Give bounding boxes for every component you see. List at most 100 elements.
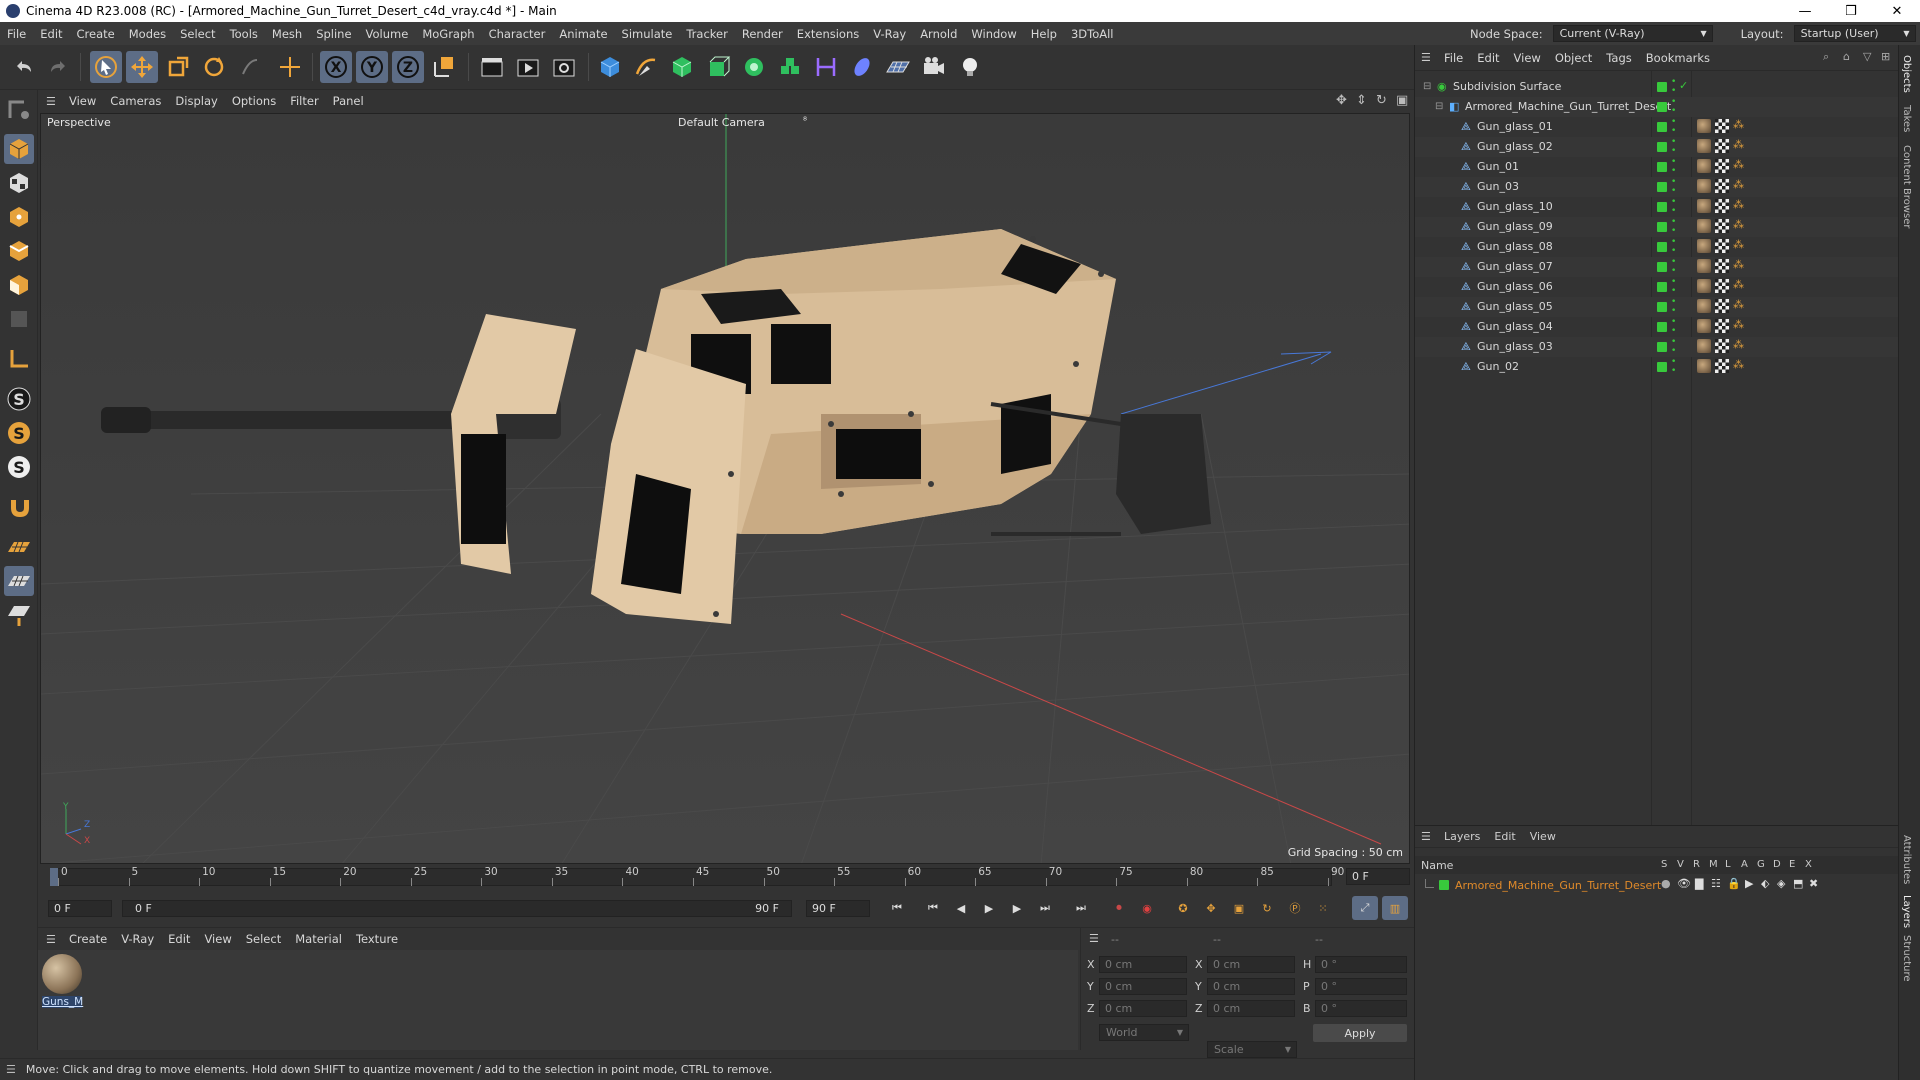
layer-menu-edit[interactable]: Edit <box>1487 830 1522 843</box>
layer-color-icon[interactable] <box>1657 142 1667 152</box>
material-tag-icon[interactable] <box>1697 199 1711 213</box>
key-scale-button[interactable]: ▣ <box>1226 896 1252 920</box>
scale-tool[interactable] <box>162 51 194 83</box>
material-menu-select[interactable]: Select <box>239 932 288 946</box>
phong-tag-icon[interactable]: ⁂ <box>1733 278 1744 291</box>
object-name[interactable]: Gun_glass_03 <box>1477 340 1553 353</box>
autokey-button[interactable]: ◉ <box>1134 896 1160 920</box>
uvw-tag-icon[interactable] <box>1715 299 1729 313</box>
side-tab-takes[interactable]: Takes <box>1901 105 1912 132</box>
layer-color-icon[interactable] <box>1657 162 1667 172</box>
current-frame-field[interactable]: 0 F <box>1346 868 1410 885</box>
object-name[interactable]: Gun_glass_04 <box>1477 320 1553 333</box>
object-row[interactable]: ⟁ Gun_glass_10 • • ⁂ <box>1415 197 1899 217</box>
layer-manager-icon[interactable]: ☷ <box>1711 877 1721 890</box>
material-tag-icon[interactable] <box>1697 139 1711 153</box>
workplane-button[interactable] <box>4 344 34 374</box>
layer-color-icon[interactable] <box>1657 222 1667 232</box>
layer-color-icon[interactable] <box>1657 262 1667 272</box>
material-swatch[interactable]: Guns_M <box>42 954 83 1012</box>
visibility-dots-icon[interactable]: • • <box>1671 178 1676 196</box>
camera-tag-button[interactable] <box>846 51 878 83</box>
object-menu-view[interactable]: View <box>1507 51 1548 65</box>
object-menu-object[interactable]: Object <box>1548 51 1599 65</box>
object-name[interactable]: Gun_glass_09 <box>1477 220 1553 233</box>
size-z-field[interactable]: 0 cm <box>1207 1000 1295 1017</box>
menu-tools[interactable]: Tools <box>223 27 265 41</box>
layer-flag-header[interactable]: M <box>1709 859 1718 870</box>
move-tool[interactable] <box>126 51 158 83</box>
object-name[interactable]: Gun_glass_10 <box>1477 200 1553 213</box>
object-name[interactable]: Gun_glass_07 <box>1477 260 1553 273</box>
object-row[interactable]: ⟁ Gun_glass_05 • • ⁂ <box>1415 297 1899 317</box>
position-y-field[interactable]: 0 cm <box>1099 978 1187 995</box>
layer-solo-icon[interactable]: ● <box>1661 877 1671 890</box>
object-name[interactable]: Gun_03 <box>1477 180 1519 193</box>
cube-object-button[interactable] <box>594 51 626 83</box>
viewport-zoom-icon[interactable]: ⇕ <box>1356 93 1367 108</box>
z-axis-toggle[interactable]: Z <box>392 51 424 83</box>
material-menu-edit[interactable]: Edit <box>161 932 197 946</box>
object-row[interactable]: ⟁ Gun_glass_01 • • ⁂ <box>1415 117 1899 137</box>
side-tab-attributes[interactable]: Attributes <box>1901 835 1912 884</box>
layer-flag-header[interactable]: V <box>1677 859 1684 870</box>
edge-mode-button[interactable] <box>4 236 34 266</box>
material-menu-vray[interactable]: V-Ray <box>114 932 161 946</box>
uvw-tag-icon[interactable] <box>1715 159 1729 173</box>
mograph-cloner-button[interactable] <box>738 51 770 83</box>
floor-object-button[interactable] <box>882 51 914 83</box>
uvw-tag-icon[interactable] <box>1715 259 1729 273</box>
phong-tag-icon[interactable]: ⁂ <box>1733 358 1744 371</box>
uvw-tag-icon[interactable] <box>1715 219 1729 233</box>
close-button[interactable]: ✕ <box>1874 0 1920 22</box>
range-slider[interactable]: 0 F 90 F <box>122 900 792 917</box>
visibility-dots-icon[interactable]: • • <box>1671 298 1676 316</box>
next-key-button[interactable]: ⏭ <box>1032 896 1058 920</box>
rotation-b-field[interactable]: 0 ° <box>1315 1000 1407 1017</box>
viewport-camera-label[interactable]: Default Camera <box>678 116 765 129</box>
timeline-layout-button[interactable]: ▥ <box>1382 896 1408 920</box>
extrude-button[interactable] <box>702 51 734 83</box>
play-button[interactable]: ▶ <box>976 896 1002 920</box>
spline-pen-button[interactable] <box>630 51 662 83</box>
visibility-dots-icon[interactable]: • • <box>1671 78 1676 96</box>
undo-button[interactable] <box>8 51 40 83</box>
side-tab-layers[interactable]: Layers <box>1901 895 1912 928</box>
rotation-p-field[interactable]: 0 ° <box>1315 978 1407 995</box>
phong-tag-icon[interactable]: ⁂ <box>1733 118 1744 131</box>
prev-frame-button[interactable]: ◀ <box>948 896 974 920</box>
subdivision-surface-button[interactable] <box>666 51 698 83</box>
menu-mesh[interactable]: Mesh <box>265 27 309 41</box>
menu-3dtoall[interactable]: 3DToAll <box>1064 27 1121 41</box>
new-window-icon[interactable]: ⊞ <box>1881 50 1890 63</box>
layer-color-icon[interactable] <box>1657 362 1667 372</box>
uvw-tag-icon[interactable] <box>1715 179 1729 193</box>
layer-color-icon[interactable] <box>1657 342 1667 352</box>
menu-modes[interactable]: Modes <box>122 27 173 41</box>
object-name[interactable]: Subdivision Surface <box>1453 80 1561 93</box>
object-name[interactable]: Gun_glass_02 <box>1477 140 1553 153</box>
expand-toggle-icon[interactable]: ⊟ <box>1423 81 1431 92</box>
coordinate-system-toggle[interactable] <box>428 51 460 83</box>
layer-flag-header[interactable]: X <box>1805 859 1812 870</box>
position-x-field[interactable]: 0 cm <box>1099 956 1187 973</box>
redo-button[interactable] <box>42 51 74 83</box>
material-tag-icon[interactable] <box>1697 319 1711 333</box>
search-icon[interactable]: ⌕ <box>1823 50 1829 64</box>
layer-color-icon[interactable] <box>1657 202 1667 212</box>
minimize-button[interactable]: — <box>1782 0 1828 22</box>
snap-button[interactable]: S <box>4 384 34 414</box>
layer-flag-header[interactable]: G <box>1757 859 1765 870</box>
menu-mograph[interactable]: MoGraph <box>415 27 481 41</box>
point-mode-button[interactable] <box>4 202 34 232</box>
object-name[interactable]: Gun_01 <box>1477 160 1519 173</box>
material-tag-icon[interactable] <box>1697 279 1711 293</box>
uvw-tag-icon[interactable] <box>1715 339 1729 353</box>
visibility-dots-icon[interactable]: • • <box>1671 118 1676 136</box>
texture-mode-button[interactable] <box>4 168 34 198</box>
material-tag-icon[interactable] <box>1697 179 1711 193</box>
layer-flag-header[interactable]: S <box>1661 859 1667 870</box>
uvw-tag-icon[interactable] <box>1715 279 1729 293</box>
apply-button[interactable]: Apply <box>1313 1024 1407 1042</box>
layer-flag-header[interactable]: A <box>1741 859 1748 870</box>
